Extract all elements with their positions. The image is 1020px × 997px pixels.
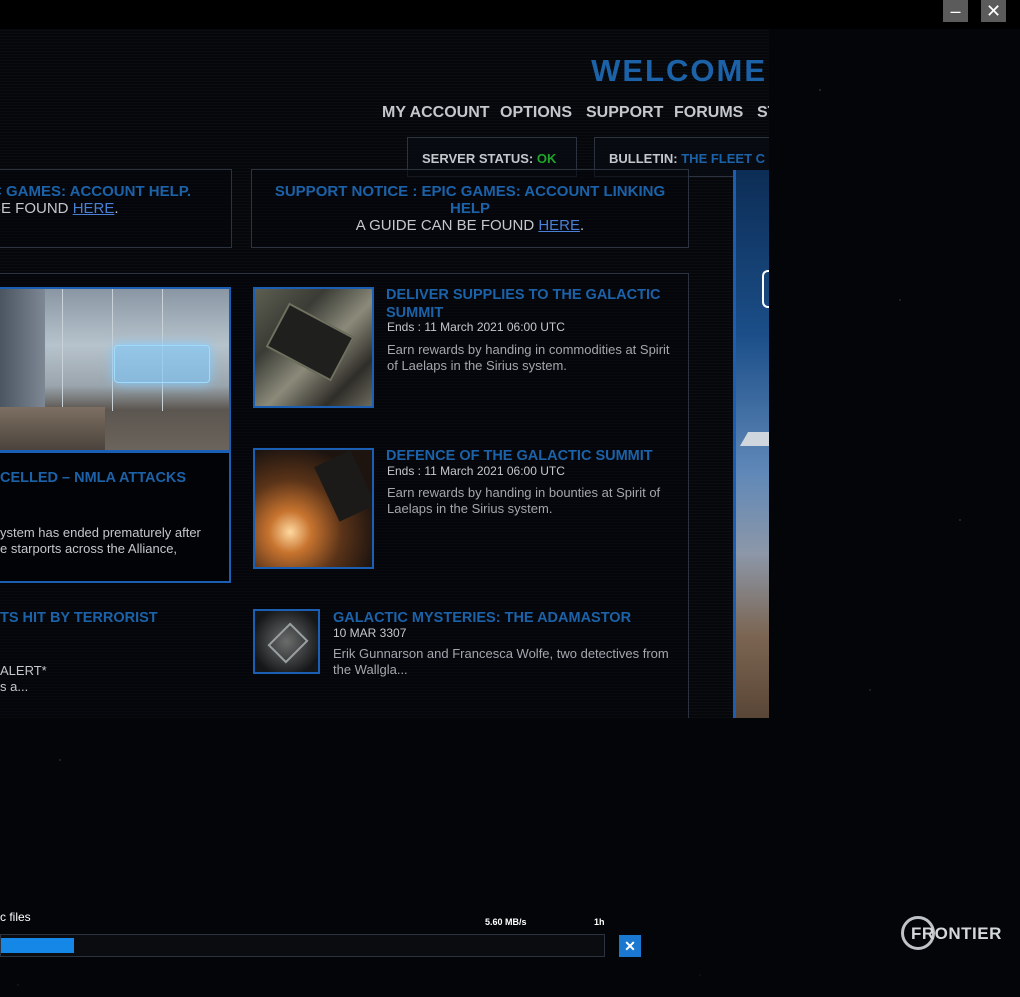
download-progress-bar xyxy=(0,934,605,957)
notice-link[interactable]: HERE xyxy=(73,200,115,217)
item-date: 10 MAR 3307 xyxy=(333,626,407,640)
download-time-remaining: 1h xyxy=(594,917,605,927)
item-desc: Erik Gunnarson and Francesca Wolfe, two … xyxy=(333,646,669,677)
notice-title: C GAMES: ACCOUNT HELP. xyxy=(0,183,192,200)
item-thumbnail[interactable] xyxy=(253,448,374,569)
nav-my-account[interactable]: MY ACCOUNT xyxy=(382,104,490,122)
download-bar: c files 5.60 MB/s 1h ✕ FRONTIER xyxy=(0,889,1020,997)
featured-story-title: CELLED – NMLA ATTACKS xyxy=(0,470,187,486)
download-label: c files xyxy=(0,910,31,924)
download-speed: 5.60 MB/s xyxy=(485,917,527,927)
item-title[interactable]: DEFENCE OF THE GALACTIC SUMMIT xyxy=(386,447,681,465)
promo-banner[interactable] xyxy=(733,170,769,718)
notice-body-text: BE FOUND xyxy=(0,200,69,217)
notice-body: A GUIDE CAN BE FOUND HERE. xyxy=(252,217,688,235)
bulletin-value: THE FLEET C xyxy=(681,151,766,166)
cancel-download-button[interactable]: ✕ xyxy=(619,935,641,957)
item-desc: Earn rewards by handing in commodities a… xyxy=(387,342,670,373)
featured-story-image xyxy=(0,289,229,453)
support-notice-1: C GAMES: ACCOUNT HELP. BE FOUND HERE. xyxy=(0,169,232,248)
bulletin-label: BULLETIN: xyxy=(609,151,678,166)
item-title[interactable]: DELIVER SUPPLIES TO THE GALACTIC SUMMIT xyxy=(386,286,681,322)
notice-body: BE FOUND HERE. xyxy=(0,200,119,218)
featured-story-desc: ystem has ended prematurely after e star… xyxy=(0,525,201,556)
close-window-button[interactable]: ✕ xyxy=(981,0,1006,22)
item-thumbnail[interactable] xyxy=(253,287,374,408)
item-thumbnail[interactable] xyxy=(253,609,320,674)
frontier-logo: FRONTIER xyxy=(901,914,1011,954)
welcome-heading: WELCOME xyxy=(591,53,767,88)
nav-forums[interactable]: FORUMS xyxy=(674,104,743,122)
nav-support[interactable]: SUPPORT xyxy=(586,104,663,122)
nav-options[interactable]: OPTIONS xyxy=(500,104,572,122)
item-title[interactable]: GALACTIC MYSTERIES: THE ADAMASTOR xyxy=(333,609,678,627)
launcher-content: WELCOME MY ACCOUNT OPTIONS SUPPORT FORUM… xyxy=(0,29,769,718)
window-titlebar: – ✕ xyxy=(0,0,1020,29)
minimize-icon: – xyxy=(950,1,961,21)
notice-link[interactable]: HERE xyxy=(538,217,580,234)
server-status-label: SERVER STATUS: xyxy=(422,151,534,166)
close-icon: ✕ xyxy=(985,1,1002,21)
support-notice-2: SUPPORT NOTICE : EPIC GAMES: ACCOUNT LIN… xyxy=(251,169,689,248)
close-icon: ✕ xyxy=(624,938,636,954)
notice-title: SUPPORT NOTICE : EPIC GAMES: ACCOUNT LIN… xyxy=(274,183,666,217)
server-status-value: OK xyxy=(536,151,557,166)
secondary-story-title[interactable]: TS HIT BY TERRORIST xyxy=(0,609,158,627)
minimize-button[interactable]: – xyxy=(943,0,968,22)
item-date: Ends : 11 March 2021 06:00 UTC xyxy=(387,464,565,478)
frontier-logo-text: FRONTIER xyxy=(911,924,1002,943)
featured-story[interactable]: CELLED – NMLA ATTACKS ystem has ended pr… xyxy=(0,287,231,583)
item-date: Ends : 11 March 2021 06:00 UTC xyxy=(387,320,565,334)
nav-store[interactable]: ST xyxy=(757,104,769,122)
notice-body-text: A GUIDE CAN BE FOUND xyxy=(355,217,535,234)
notice-body-end: . xyxy=(580,217,585,234)
item-desc: Earn rewards by handing in bounties at S… xyxy=(387,485,661,516)
secondary-story-desc: ALERT* s a... xyxy=(0,663,47,694)
download-progress-fill xyxy=(1,938,74,953)
notice-body-end: . xyxy=(114,200,119,217)
